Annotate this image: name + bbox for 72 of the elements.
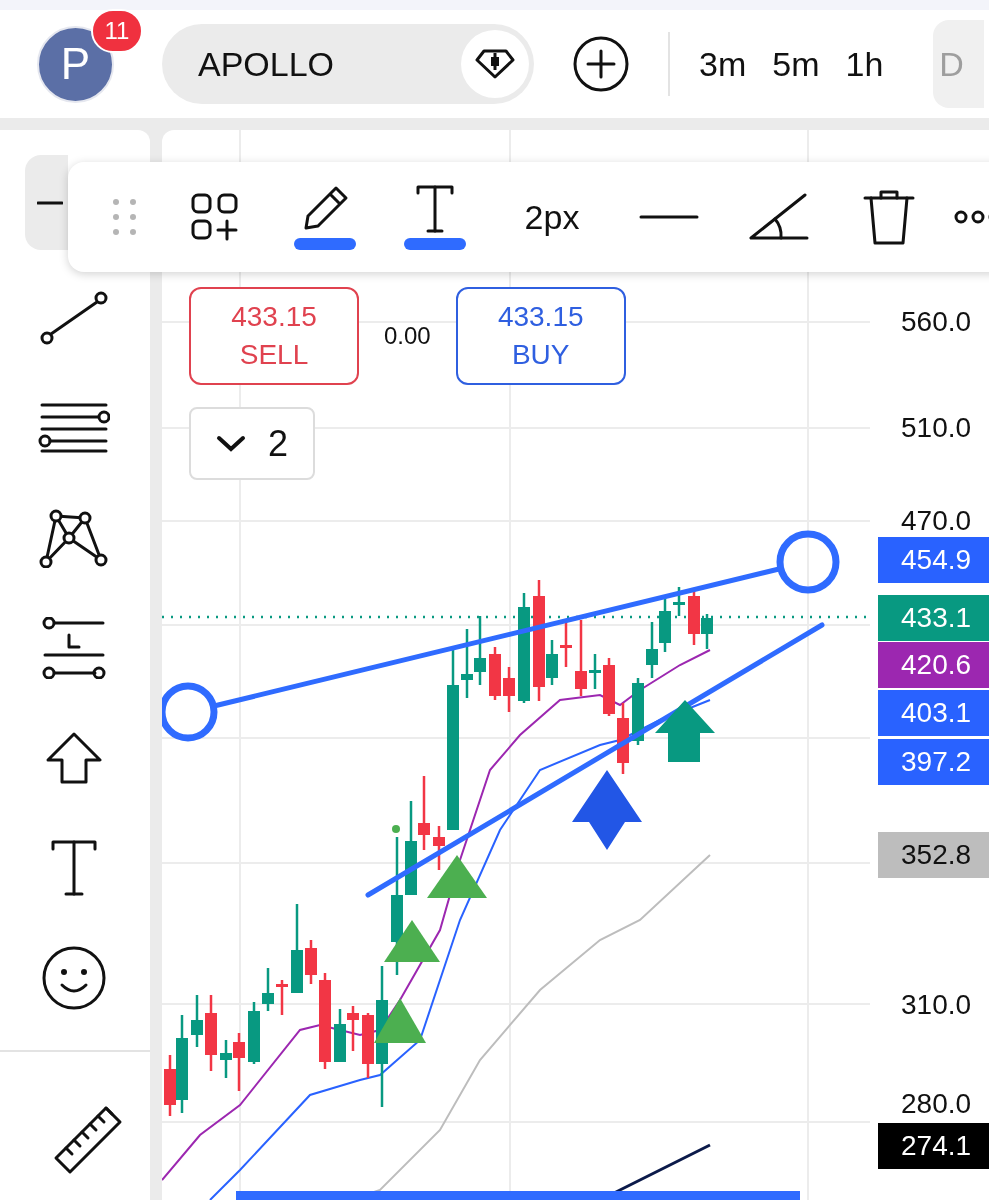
add-icon[interactable] [572,35,630,93]
quantity-dropdown[interactable]: 2 [189,407,315,480]
price-tag: 433.1 [878,595,989,641]
delete-icon[interactable] [863,188,915,246]
candlestick [362,1013,374,1078]
candlestick [503,667,515,712]
candlestick [262,968,274,1011]
text-color-button[interactable] [404,184,466,250]
price-tag: 397.2 [878,739,989,785]
price-axis-label: 510.0 [901,411,972,445]
notification-badge: 11 [91,8,143,53]
candlestick [305,940,317,984]
line-color-button[interactable] [294,184,356,250]
candlestick [334,1009,346,1062]
position-icon [41,616,107,679]
candlestick [474,616,486,685]
price-tag: 274.1 [878,1123,989,1169]
trend-line[interactable] [213,566,780,709]
price-axis-label: 310.0 [901,988,972,1022]
candlestick [673,587,685,616]
candlestick [632,678,644,745]
drag-handle[interactable] [776,530,840,594]
candlestick [603,658,615,716]
text-icon [50,838,98,897]
timeframe-tab[interactable]: 5m [772,38,820,90]
candlestick [191,995,203,1047]
price-tag: 352.8 [878,832,989,878]
triangle-marker [427,855,487,898]
drag-handle[interactable] [162,682,218,742]
price-tag: 420.6 [878,642,989,688]
candlestick [617,703,629,774]
line-width-button[interactable]: 2px [524,200,580,234]
buy-button[interactable]: 433.15 BUY [455,287,626,385]
angle-icon[interactable] [749,193,809,241]
line-style-icon[interactable] [639,214,699,220]
pattern-icon [39,507,109,568]
sell-button[interactable]: 433.15 SELL [189,287,359,385]
chevron-down-icon [216,434,246,453]
trend-line-icon [39,289,109,346]
drag-handle-icon[interactable] [112,198,138,236]
spread-value: 0.00 [384,321,431,351]
candlestick [560,622,572,667]
symbol-info-button[interactable] [461,30,529,98]
templates-icon[interactable] [191,193,239,241]
price-axis-label: 470.0 [901,504,972,538]
price-axis-label: 560.0 [901,305,972,339]
arrow-up-marker [655,700,715,762]
candlestick [589,654,601,689]
candlestick [489,647,501,700]
price-tag: 454.9 [878,537,989,583]
candlestick [433,826,445,870]
price-tag: 403.1 [878,690,989,736]
horizontal-line-icon [37,199,63,206]
price-axis-label: 280.0 [901,1087,972,1121]
candlestick [347,1006,359,1051]
triangle-marker [384,920,440,962]
symbol-search-field[interactable]: APOLLO [162,24,534,104]
signal-dot [392,825,400,833]
candlestick [646,622,658,678]
text-icon [415,184,455,234]
trend-line[interactable] [365,622,825,898]
symbol-value: APOLLO [198,43,336,85]
smiley-icon [41,944,107,1011]
candlestick [248,1002,260,1064]
triangle-marker [374,998,426,1043]
arrow-up-icon [45,730,103,785]
candlestick [461,629,473,698]
timeframe-tab[interactable]: 3m [699,38,747,90]
diamond-candle-icon [474,48,516,80]
candlestick [659,598,671,652]
candlestick [276,980,288,1015]
timeframe-tab[interactable]: 1h [845,38,884,90]
